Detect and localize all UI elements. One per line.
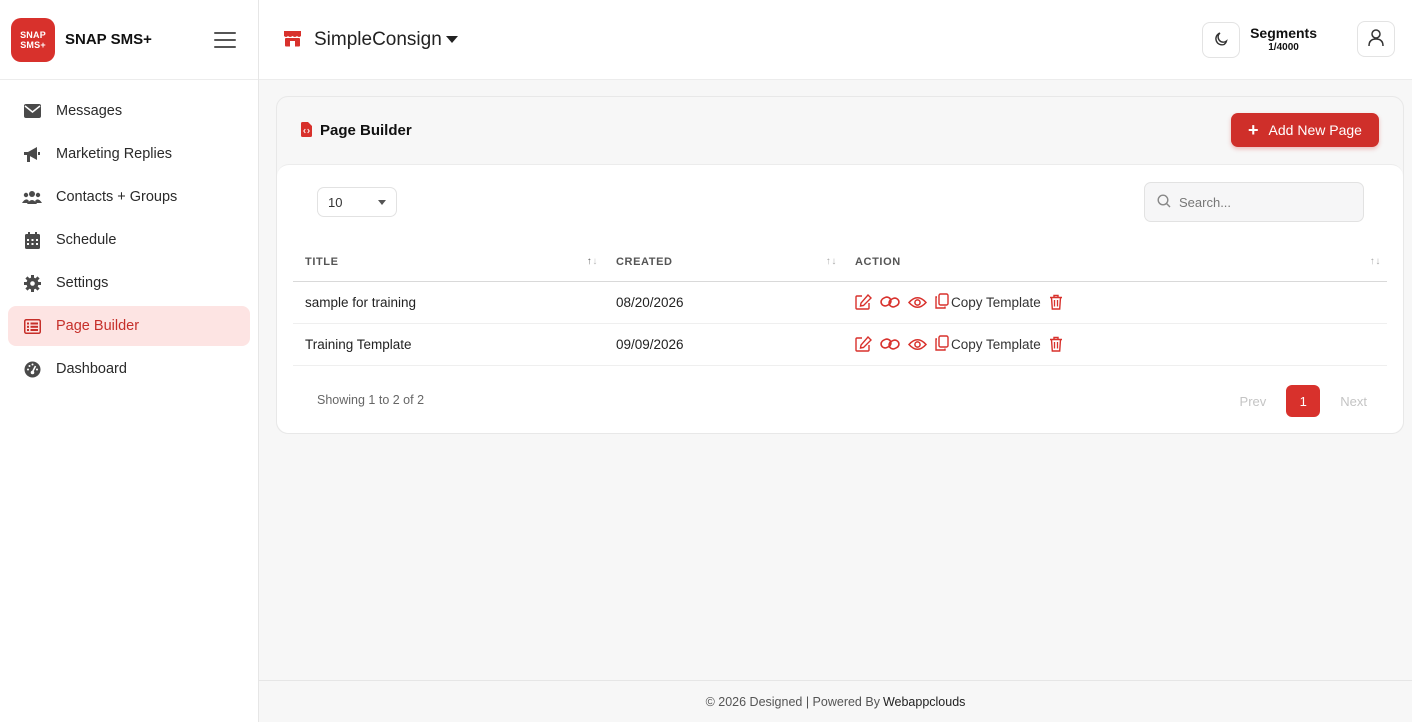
copy-template-button[interactable]: Copy Template xyxy=(935,292,1041,312)
sidebar: SNAP SMS+ SNAP SMS+ Messages Marketing R… xyxy=(0,0,259,722)
footer-text: © 2026 Designed | Powered By xyxy=(705,694,880,709)
app-logo[interactable]: SNAP SMS+ xyxy=(11,17,55,62)
sort-icon[interactable]: ↑↓ xyxy=(826,256,837,267)
page-builder-card: Page Builder + Add New Page 10 TITLE ↑↓ xyxy=(276,96,1404,434)
copy-template-button[interactable]: Copy Template xyxy=(935,334,1041,354)
pages-table: TITLE ↑↓ CREATED ↑↓ ACTION ↑↓ sample for… xyxy=(293,243,1387,366)
link-icon[interactable] xyxy=(880,295,900,309)
page-length-value: 10 xyxy=(328,194,343,210)
sidebar-item-schedule[interactable]: Schedule xyxy=(8,220,250,260)
cell-title: Training Template xyxy=(293,323,604,366)
brand-name: SNAP SMS+ xyxy=(65,31,152,48)
users-icon xyxy=(22,187,42,207)
store-icon xyxy=(283,30,302,50)
sidebar-item-label: Messages xyxy=(56,103,123,119)
chevron-down-icon xyxy=(378,199,386,205)
sidebar-item-settings[interactable]: Settings xyxy=(8,263,250,303)
sidebar-item-label: Schedule xyxy=(56,232,117,248)
segments-value: 1/4000 xyxy=(1268,42,1299,53)
cell-created: 09/09/2026 xyxy=(604,323,843,366)
calendar-icon xyxy=(22,230,42,250)
envelope-icon xyxy=(22,101,42,121)
sidebar-item-label: Dashboard xyxy=(56,361,127,377)
sort-asc-icon[interactable]: ↑↓ xyxy=(587,256,598,267)
sidebar-item-label: Marketing Replies xyxy=(56,146,173,162)
list-icon xyxy=(22,316,42,336)
menu-toggle-icon[interactable] xyxy=(214,31,236,48)
sort-icon[interactable]: ↑↓ xyxy=(1370,256,1381,267)
search-icon xyxy=(1157,193,1171,211)
column-header-action[interactable]: ACTION ↑↓ xyxy=(843,243,1387,282)
search-input[interactable] xyxy=(1179,194,1349,210)
user-menu-button[interactable] xyxy=(1357,21,1395,57)
add-new-page-button[interactable]: + Add New Page xyxy=(1231,113,1379,147)
next-page-button[interactable]: Next xyxy=(1330,394,1377,409)
search-box xyxy=(1144,182,1364,222)
footer: © 2026 Designed | Powered By Webappcloud… xyxy=(259,680,1412,722)
table-info: Showing 1 to 2 of 2 xyxy=(317,393,425,407)
table-container: 10 TITLE ↑↓ CREATED ↑↓ xyxy=(277,164,1403,433)
gear-icon xyxy=(22,273,42,293)
copy-icon xyxy=(935,292,949,312)
logo-line-1: SNAP xyxy=(20,29,46,40)
sidebar-item-messages[interactable]: Messages xyxy=(8,91,250,131)
copy-template-label: Copy Template xyxy=(951,294,1041,310)
page-button-current[interactable]: 1 xyxy=(1286,385,1321,417)
sidebar-item-dashboard[interactable]: Dashboard xyxy=(8,349,250,389)
segments-label: Segments xyxy=(1250,25,1317,41)
eye-icon[interactable] xyxy=(908,338,927,351)
cell-created: 08/20/2026 xyxy=(604,281,843,324)
table-row: sample for training 08/20/2026 Copy Temp… xyxy=(293,281,1387,324)
page-length-select[interactable]: 10 xyxy=(317,187,397,217)
column-header-created[interactable]: CREATED ↑↓ xyxy=(604,243,843,282)
sidebar-nav: Messages Marketing Replies Contacts + Gr… xyxy=(0,80,258,389)
edit-icon[interactable] xyxy=(855,294,872,310)
eye-icon[interactable] xyxy=(908,296,927,309)
moon-icon xyxy=(1213,31,1229,50)
segments-counter: Segments 1/4000 xyxy=(1250,25,1317,53)
sidebar-item-label: Contacts + Groups xyxy=(56,189,178,205)
cell-actions: Copy Template xyxy=(843,281,1387,324)
store-name: SimpleConsign xyxy=(314,28,442,50)
logo-line-2: SMS+ xyxy=(20,39,46,50)
table-row: Training Template 09/09/2026 Copy Templa… xyxy=(293,323,1387,366)
trash-icon[interactable] xyxy=(1049,294,1063,310)
user-icon xyxy=(1368,28,1384,50)
pagination: Prev 1 Next xyxy=(1230,385,1377,417)
theme-toggle-button[interactable] xyxy=(1202,22,1240,58)
sidebar-item-page-builder[interactable]: Page Builder xyxy=(8,306,250,346)
gauge-icon xyxy=(22,359,42,379)
cell-title: sample for training xyxy=(293,281,604,324)
add-new-page-label: Add New Page xyxy=(1268,122,1362,138)
caret-down-icon xyxy=(445,36,458,43)
sidebar-item-contacts-groups[interactable]: Contacts + Groups xyxy=(8,177,250,217)
trash-icon[interactable] xyxy=(1049,336,1063,352)
plus-icon: + xyxy=(1248,119,1259,140)
cell-actions: Copy Template xyxy=(843,323,1387,366)
table-header-row: TITLE ↑↓ CREATED ↑↓ ACTION ↑↓ xyxy=(293,243,1387,282)
link-icon[interactable] xyxy=(880,337,900,351)
prev-page-button[interactable]: Prev xyxy=(1230,394,1277,409)
column-header-title[interactable]: TITLE ↑↓ xyxy=(293,243,604,282)
megaphone-icon xyxy=(22,144,42,164)
top-header: SimpleConsign Segments 1/4000 xyxy=(259,0,1412,80)
copy-icon xyxy=(935,334,949,354)
copy-template-label: Copy Template xyxy=(951,336,1041,352)
sidebar-item-marketing-replies[interactable]: Marketing Replies xyxy=(8,134,250,174)
page-title: Page Builder xyxy=(320,122,412,139)
brand: SNAP SMS+ SNAP SMS+ xyxy=(0,0,258,80)
edit-icon[interactable] xyxy=(855,336,872,352)
footer-link[interactable]: Webappclouds xyxy=(883,695,965,709)
file-code-icon xyxy=(301,121,312,140)
sidebar-item-label: Page Builder xyxy=(56,318,140,334)
sidebar-item-label: Settings xyxy=(56,275,109,291)
store-switcher[interactable]: SimpleConsign xyxy=(283,29,458,51)
